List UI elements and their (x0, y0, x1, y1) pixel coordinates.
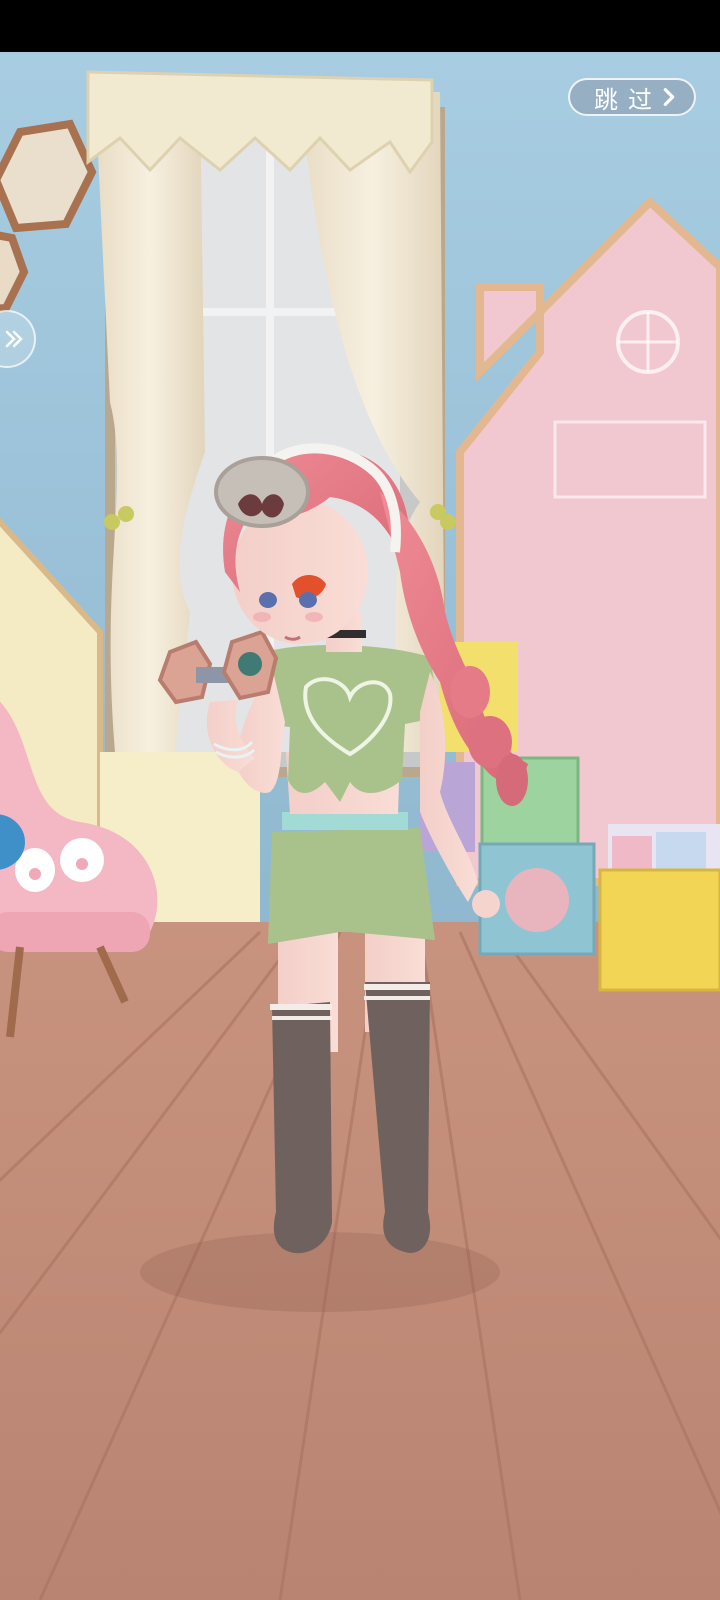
chevron-right-icon (663, 88, 675, 106)
game-screen: 跳过 (0, 0, 720, 1600)
double-chevron-right-icon (5, 330, 23, 348)
character-room-scene[interactable] (0, 52, 720, 1600)
skip-button[interactable]: 跳过 (568, 78, 696, 116)
books-box (598, 824, 720, 992)
waistband (282, 812, 408, 830)
skip-label: 跳过 (594, 85, 662, 114)
status-bar (0, 0, 720, 52)
